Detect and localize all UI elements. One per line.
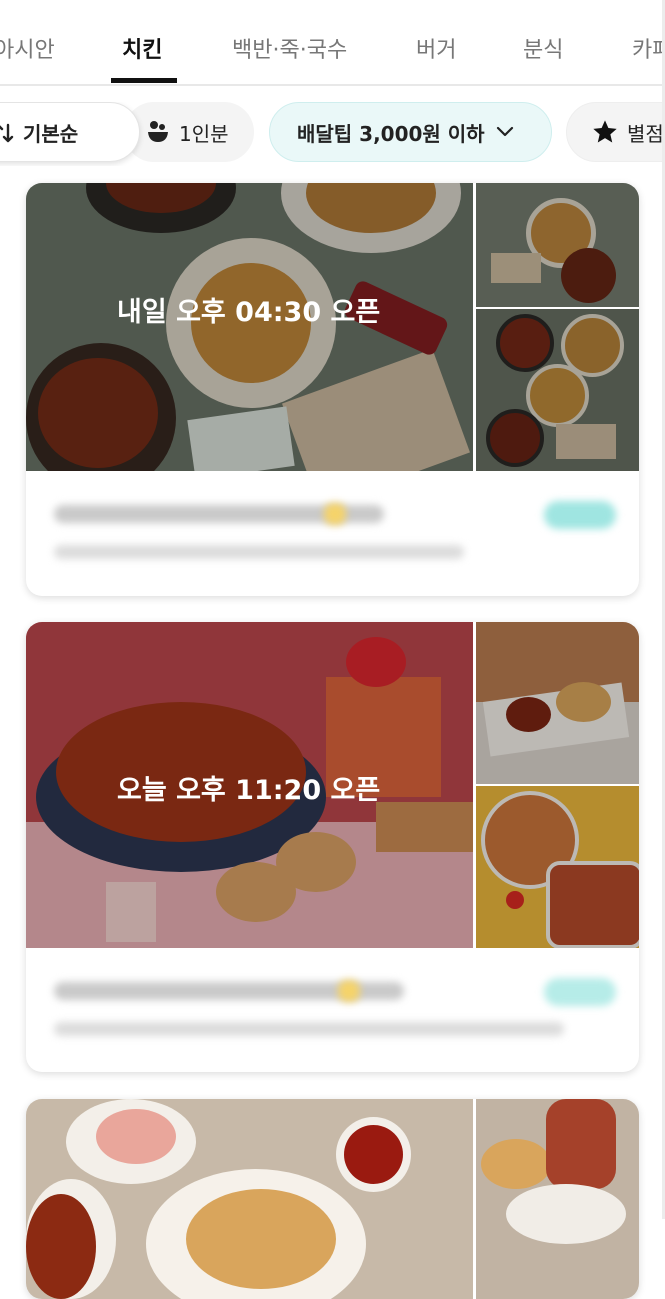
filter-bar: 기본순 1인분 배달팁 3,000원 이하 별점	[0, 102, 665, 166]
active-tab-indicator	[111, 78, 177, 83]
tab-cafe[interactable]: 카페	[632, 32, 665, 64]
tab-korean-rice-noodle[interactable]: 백반·죽·국수	[232, 32, 347, 64]
coupon-badge-blurred	[544, 978, 616, 1006]
category-tabs: 아시안 치킨 백반·죽·국수 버거 분식 카페	[0, 0, 665, 86]
store-info-blurred	[54, 545, 464, 559]
coupon-badge-blurred	[544, 501, 616, 529]
side-photo-top	[476, 1099, 639, 1299]
rating-filter[interactable]: 별점	[566, 102, 665, 162]
sort-button[interactable]: 기본순	[0, 102, 140, 162]
open-time-label: 내일 오후 04:30 오픈	[117, 297, 381, 328]
store-info-blurred	[54, 1022, 564, 1036]
main-photo	[26, 1099, 473, 1299]
star-icon	[593, 120, 617, 143]
store-photos	[26, 1099, 639, 1299]
delivery-tip-label: 배달팁 3,000원 이하	[297, 121, 485, 146]
tab-burger[interactable]: 버거	[416, 32, 456, 64]
sort-arrows-icon	[0, 123, 14, 143]
rating-filter-label: 별점	[627, 121, 664, 146]
rating-star-blurred	[324, 503, 346, 525]
tab-snack[interactable]: 분식	[523, 32, 563, 64]
tab-asian[interactable]: 아시안	[0, 32, 55, 64]
open-time-label: 오늘 오후 11:20 오픈	[117, 775, 381, 806]
bowl-icon	[148, 121, 168, 142]
sort-label: 기본순	[23, 121, 79, 146]
delivery-tip-filter[interactable]: 배달팁 3,000원 이하	[269, 102, 552, 162]
single-portion-label: 1인분	[179, 121, 229, 146]
store-card[interactable]	[26, 1099, 639, 1299]
side-photo-top	[476, 622, 639, 784]
store-card[interactable]: 내일 오후 04:30 오픈	[26, 183, 639, 596]
side-photo-bottom	[476, 786, 639, 948]
side-photo-top	[476, 183, 639, 307]
side-photo-bottom	[476, 309, 639, 471]
chevron-down-icon	[496, 126, 513, 137]
store-photos: 오늘 오후 11:20 오픈	[26, 622, 639, 948]
store-photos: 내일 오후 04:30 오픈	[26, 183, 639, 471]
tab-chicken[interactable]: 치킨	[122, 32, 162, 64]
store-card[interactable]: 오늘 오후 11:20 오픈	[26, 622, 639, 1072]
rating-star-blurred	[338, 980, 360, 1002]
single-portion-filter[interactable]: 1인분	[124, 102, 254, 162]
